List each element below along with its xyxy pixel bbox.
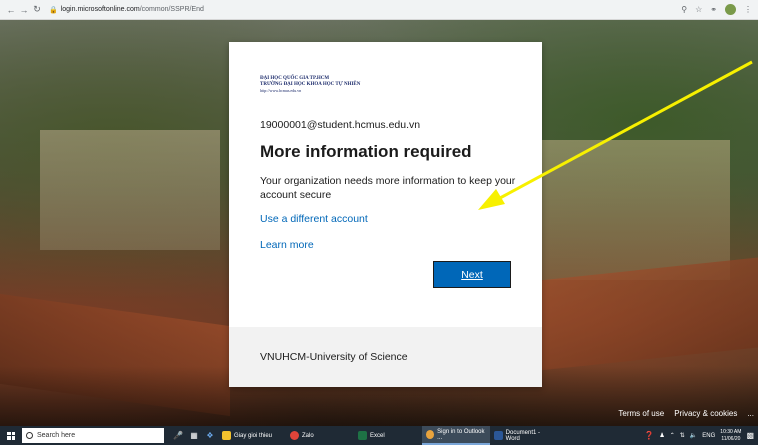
chrome-icon: [426, 430, 435, 439]
notification-icon[interactable]: ▩: [746, 431, 754, 440]
search-icon: [26, 432, 33, 439]
account-identity: 19000001@student.hcmus.edu.vn: [260, 119, 421, 131]
taskbar-app-chrome[interactable]: Sign in to Outlook ...: [422, 426, 490, 445]
dropbox-icon[interactable]: ❖: [202, 426, 218, 445]
people-icon[interactable]: ♟: [659, 432, 664, 439]
logo-line: http://www.hcmus.edu.vn: [260, 88, 302, 93]
network-icon[interactable]: ⇅: [680, 432, 685, 439]
organization-logo: ĐẠI HỌC QUỐC GIA TP.HCM TRƯỜNG ĐẠI HỌC K…: [260, 76, 380, 102]
background-building: [540, 140, 730, 280]
microphone-icon[interactable]: 🎤: [170, 426, 186, 445]
excel-icon: [358, 431, 367, 440]
card-footer: VNUHCM-University of Science: [229, 327, 542, 387]
system-tray: ❓ ♟ ⌃ ⇅ 🔈 ENG 10:30 AM 11/06/20 ▩: [644, 429, 758, 443]
browser-actions: ⚲ ☆ ⚭ ⋮: [681, 4, 752, 15]
description-text: Your organization needs more information…: [260, 175, 516, 201]
signin-card: ĐẠI HỌC QUỐC GIA TP.HCM TRƯỜNG ĐẠI HỌC K…: [229, 42, 542, 387]
privacy-cookies-link[interactable]: Privacy & cookies: [674, 409, 737, 418]
clock-date: 11/06/20: [721, 435, 741, 442]
background-building: [40, 130, 220, 250]
more-options-link[interactable]: ...: [747, 409, 758, 418]
taskbar-app-file-explorer[interactable]: Giay gioi thieu: [218, 426, 286, 445]
zalo-icon: [290, 431, 299, 440]
zoom-icon[interactable]: ⚲: [681, 5, 687, 14]
card-body: ĐẠI HỌC QUỐC GIA TP.HCM TRƯỜNG ĐẠI HỌC K…: [229, 42, 542, 327]
language-indicator[interactable]: ENG: [702, 433, 715, 439]
taskbar-app-label: Zalo: [302, 432, 314, 439]
terms-of-use-link[interactable]: Terms of use: [618, 409, 664, 418]
browser-toolbar: ← → ↻ 🔒 login.microsoftonline.com/common…: [0, 0, 758, 20]
star-icon[interactable]: ☆: [695, 5, 702, 14]
legal-links: Terms of use Privacy & cookies ...: [618, 409, 758, 418]
taskbar-app-zalo[interactable]: Zalo: [286, 426, 354, 445]
reload-icon[interactable]: ↻: [32, 4, 42, 16]
use-different-account-link[interactable]: Use a different account: [260, 213, 514, 225]
url-path: /common/SSPR/End: [139, 6, 204, 13]
chevron-up-icon[interactable]: ⌃: [670, 432, 675, 439]
word-icon: [494, 431, 503, 440]
arrow-right-icon[interactable]: →: [19, 4, 29, 16]
button-row: Next: [260, 261, 514, 288]
taskbar-app-label: Giay gioi thieu: [234, 432, 273, 439]
taskbar: Search here 🎤 ▦ ❖ Giay gioi thieu Zalo E…: [0, 426, 758, 445]
clock[interactable]: 10:30 AM 11/06/20: [720, 429, 741, 443]
folder-icon: [222, 431, 231, 440]
address-bar[interactable]: login.microsoftonline.com/common/SSPR/En…: [61, 6, 204, 13]
help-icon[interactable]: ❓: [644, 431, 654, 440]
taskbar-app-label: Excel: [370, 432, 385, 439]
clock-time: 10:30 AM: [720, 428, 742, 435]
taskbar-app-label: Document1 - Word: [505, 429, 541, 442]
task-view-icon[interactable]: ▦: [186, 426, 202, 445]
volume-icon[interactable]: 🔈: [690, 432, 697, 439]
taskbar-app-word[interactable]: Document1 - Word: [490, 426, 558, 445]
menu-kebab-icon[interactable]: ⋮: [744, 5, 752, 14]
profile-avatar-icon[interactable]: [725, 4, 736, 15]
arrow-left-icon[interactable]: ←: [6, 4, 16, 16]
url-host: login.microsoftonline.com: [60, 6, 140, 13]
lock-icon: 🔒: [49, 6, 58, 14]
search-placeholder: Search here: [37, 432, 76, 439]
next-button[interactable]: Next: [433, 261, 511, 288]
key-icon[interactable]: ⚭: [710, 5, 717, 14]
taskbar-app-label: Sign in to Outlook ...: [437, 428, 485, 441]
taskbar-search-input[interactable]: Search here: [22, 428, 164, 443]
page-title: More information required: [260, 142, 472, 161]
learn-more-link[interactable]: Learn more: [260, 239, 514, 251]
windows-start-icon[interactable]: [0, 426, 22, 445]
taskbar-app-excel[interactable]: Excel: [354, 426, 422, 445]
